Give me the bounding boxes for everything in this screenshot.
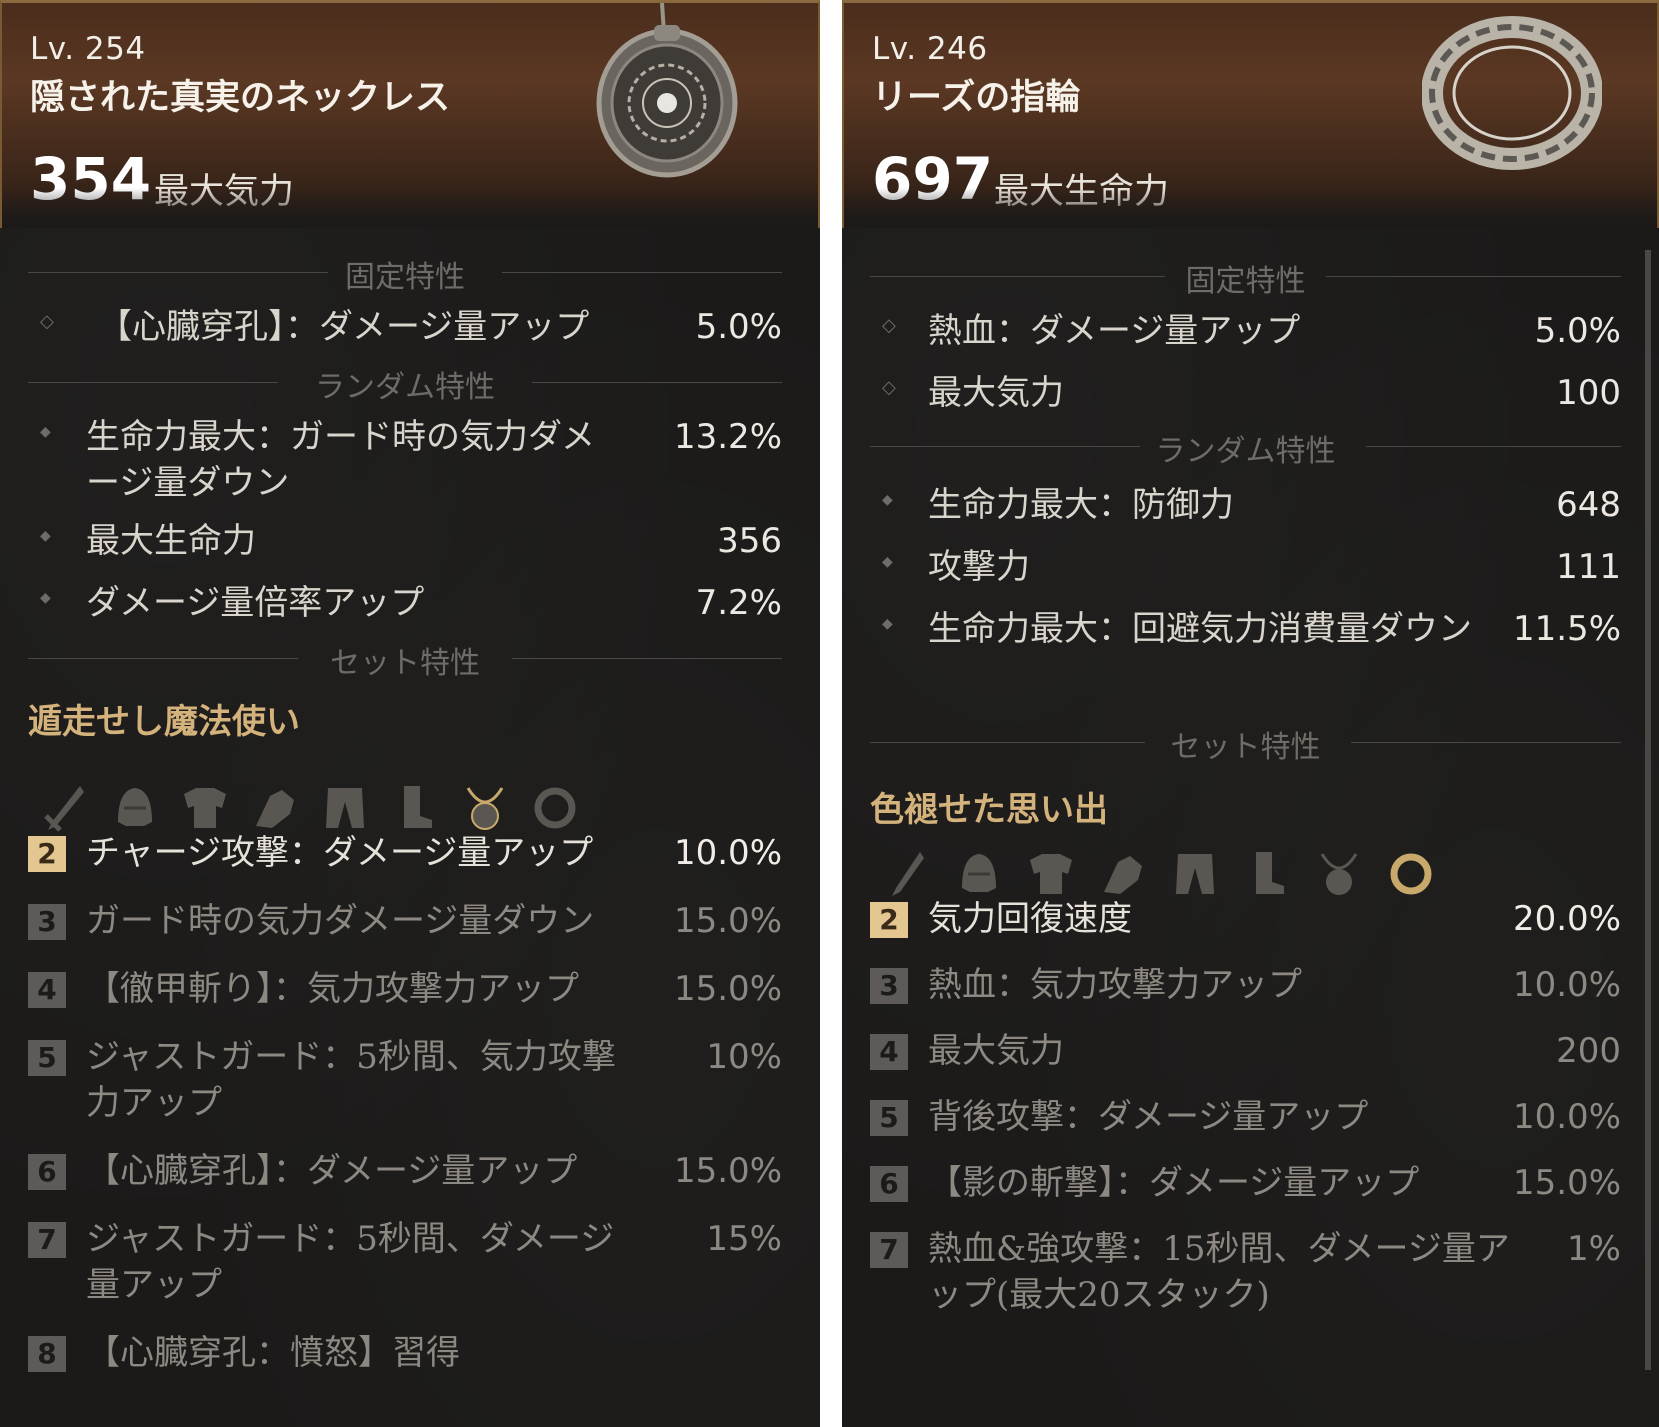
set-piece-icons [40,782,600,834]
set-count-badge: 4 [870,1034,908,1070]
random-stat: ◆ 生命力最大：防御力 648 [882,485,1621,525]
bullet-icon: ◆ [40,590,51,606]
boots-icon [1256,852,1284,894]
set-piece-icons [882,848,1442,900]
set-count-badge: 6 [28,1154,66,1190]
item-tooltip-necklace: Lv. 254 隠された真実のネックレス 354 最大気力 固定特性 ◇ 【心臓… [0,0,820,1427]
tooltip-header: Lv. 246 リーズの指輪 697 最大生命力 [842,0,1659,228]
ring-icon [534,787,576,829]
item-level: Lv. 254 [30,31,146,67]
set-bonus-row: 4 【徹甲斬り】：気力攻撃力アップ 15.0% [28,966,782,1016]
main-stat-label: 最大気力 [154,172,295,212]
set-count-badge: 2 [870,902,908,938]
helmet-icon [962,854,996,892]
set-bonus-row: 6 【影の斬撃】：ダメージ量アップ 15.0% [870,1160,1621,1210]
set-bonus-row: 2 気力回復速度 20.0% [870,896,1621,946]
set-bonus-row: 8 【心臓穿孔：憤怒】習得 [28,1330,782,1380]
armor-icon [184,788,226,828]
fixed-traits-header: 固定特性 [28,252,782,295]
necklace-icon [1320,853,1358,895]
item-level: Lv. 246 [872,31,988,67]
main-stat-value: 697 [872,145,994,213]
necklace-icon [596,3,738,178]
fixed-stat: ◇ 熱血：ダメージ量アップ 5.0% [882,311,1621,351]
fixed-traits-header: 固定特性 [870,256,1621,299]
set-bonus-row: 4 最大気力 200 [870,1028,1621,1078]
set-bonus-row: 2 チャージ攻撃：ダメージ量アップ 10.0% [28,830,782,880]
random-stat: ◆ ダメージ量倍率アップ 7.2% [40,583,782,623]
random-stat: ◆ 最大生命力 356 [40,521,782,561]
gauntlet-icon [1104,856,1142,894]
random-stat: ◆ 生命力最大：回避気力消費量ダウン 11.5% [882,609,1621,649]
set-bonus-row: 6 【心臓穿孔】：ダメージ量アップ 15.0% [28,1148,782,1198]
random-traits-header: ランダム特性 [28,362,782,405]
bullet-icon: ◆ [882,616,893,632]
set-count-badge: 5 [28,1040,66,1076]
sword-icon [44,786,84,832]
random-traits-title: ランダム特性 [1155,434,1336,469]
set-bonus-row: 5 ジャストガード：5秒間、気力攻撃力アップ 10% [28,1034,782,1130]
fixed-traits-title: 固定特性 [345,260,465,295]
set-count-badge: 7 [28,1222,66,1258]
random-traits-header: ランダム特性 [870,426,1621,469]
main-stat-value: 354 [30,145,152,213]
set-count-badge: 7 [870,1232,908,1268]
set-traits-title: セット特性 [1170,730,1321,765]
pants-icon [326,788,364,828]
armor-icon [1030,854,1072,894]
random-stat: ◆ 生命力最大：ガード時の気力ダメージ量ダウン 13.2% [40,417,782,503]
boots-icon [404,786,432,828]
set-bonus-row: 7 ジャストガード：5秒間、ダメージ量アップ 15% [28,1216,782,1312]
item-name: リーズの指輪 [872,77,1081,118]
diamond-bullet-icon: ◇ [882,315,896,336]
random-stat: ◆ 攻撃力 111 [882,547,1621,587]
helmet-icon [118,788,152,826]
sword-icon [892,852,924,896]
diamond-bullet-icon: ◇ [40,311,54,332]
set-bonus-row: 7 熱血&強攻撃：15秒間、ダメージ量アップ(最大20スタック) 1% [870,1226,1621,1376]
bullet-icon: ◆ [40,424,51,440]
set-count-badge: 3 [870,968,908,1004]
set-traits-title: セット特性 [330,646,480,681]
set-count-badge: 5 [870,1100,908,1136]
set-count-badge: 8 [28,1336,66,1372]
item-tooltip-ring: Lv. 246 リーズの指輪 697 最大生命力 固定特性 ◇ 熱血：ダメージ量… [842,0,1659,1427]
bullet-icon: ◆ [882,554,893,570]
set-count-badge: 6 [870,1166,908,1202]
gauntlet-icon [256,790,294,828]
item-name: 隠された真実のネックレス [30,77,451,118]
set-count-badge: 4 [28,972,66,1008]
set-bonus-row: 3 ガード時の気力ダメージ量ダウン 15.0% [28,898,782,948]
ring-icon [1390,853,1432,895]
pants-icon [1176,854,1214,894]
bullet-icon: ◆ [882,492,893,508]
fixed-stat: ◇ 【心臓穿孔】：ダメージ量アップ 5.0% [40,307,782,347]
fixed-traits-title: 固定特性 [1185,264,1306,299]
set-name: 遁走せし魔法使い [28,702,300,742]
set-bonus-row: 3 熱血：気力攻撃力アップ 10.0% [870,962,1621,1012]
main-stat-label: 最大生命力 [994,172,1170,212]
set-count-badge: 3 [28,904,66,940]
necklace-icon [466,787,504,830]
ring-icon [1422,16,1602,170]
scrollbar[interactable] [1645,250,1651,1370]
set-count-badge: 2 [28,836,66,872]
fixed-stat: ◇ 最大気力 100 [882,373,1621,413]
random-traits-title: ランダム特性 [315,370,495,405]
bullet-icon: ◆ [40,528,51,544]
diamond-bullet-icon: ◇ [882,377,896,398]
tooltip-header: Lv. 254 隠された真実のネックレス 354 最大気力 [0,0,820,228]
set-traits-header: セット特性 [870,722,1621,765]
set-bonus-row: 5 背後攻撃：ダメージ量アップ 10.0% [870,1094,1621,1144]
set-name: 色褪せた思い出 [870,790,1108,830]
set-traits-header: セット特性 [28,638,782,681]
